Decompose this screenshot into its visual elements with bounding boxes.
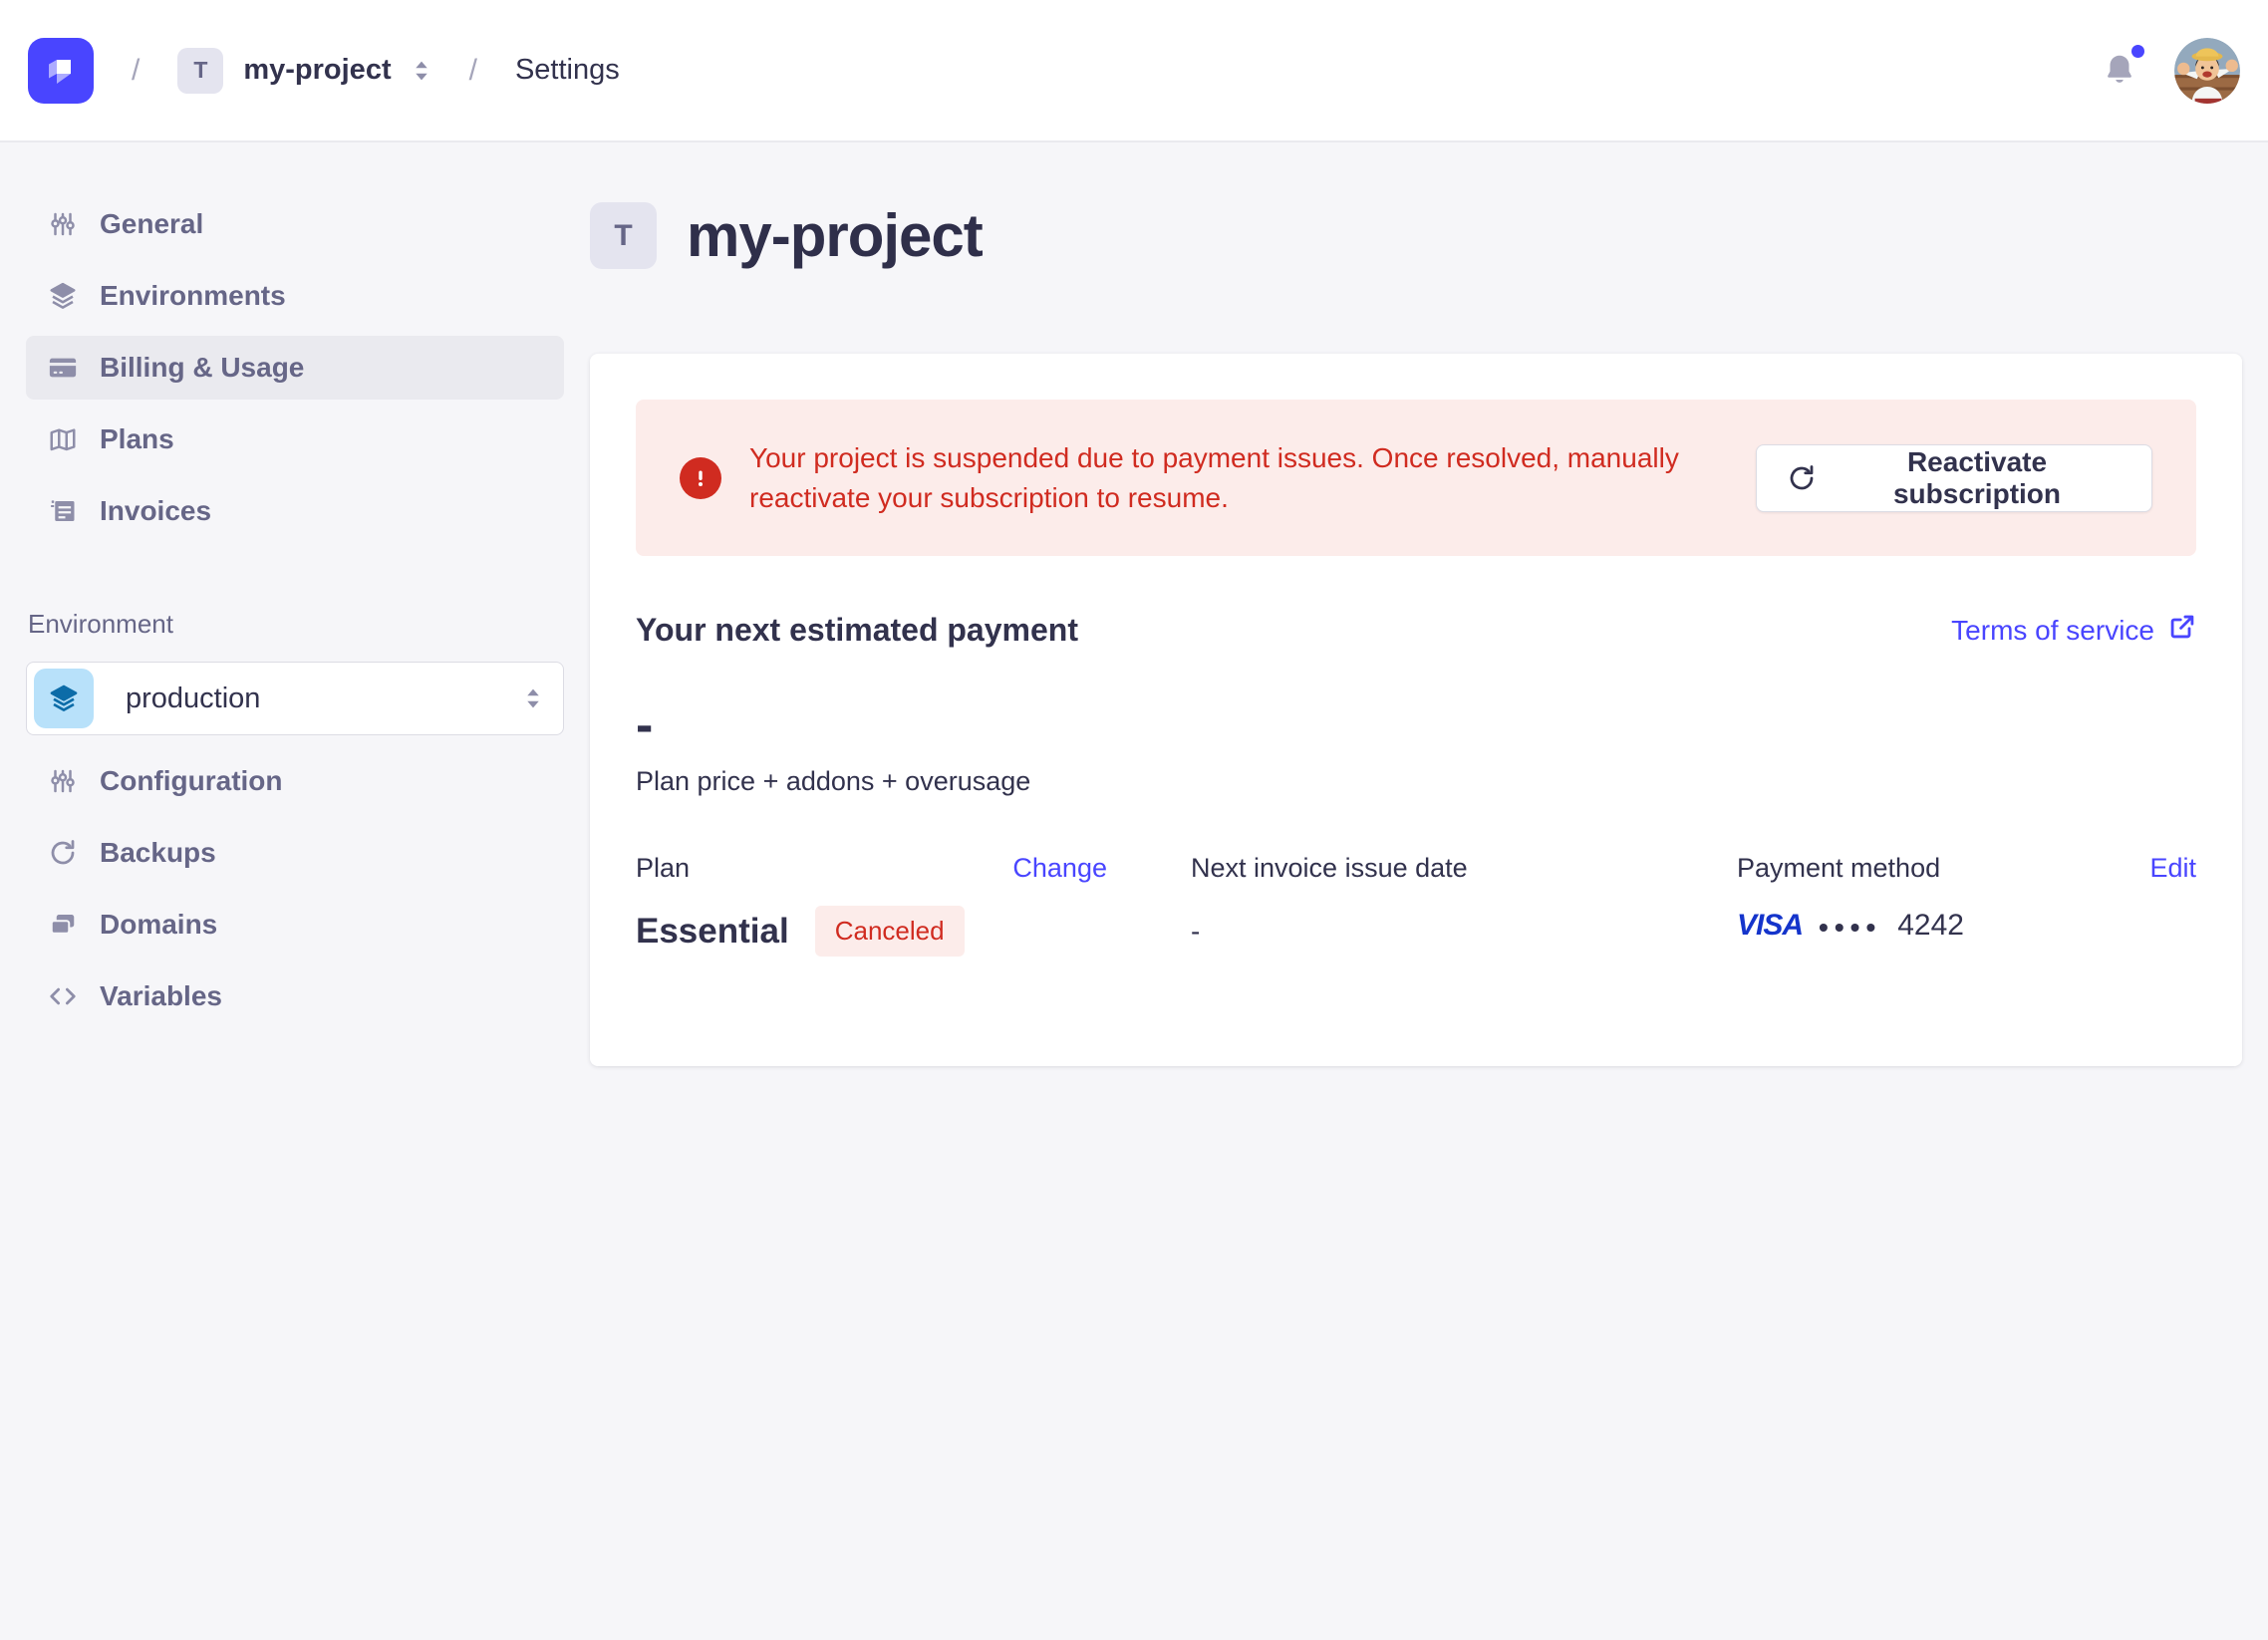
sidebar-item-label: Billing & Usage: [100, 352, 304, 384]
layers-icon: [48, 281, 78, 311]
sidebar-item-general[interactable]: General: [26, 192, 564, 256]
card-number-dots: ••••: [1819, 908, 1881, 944]
sidebar-item-label: General: [100, 208, 203, 240]
invoice-column: Next invoice issue date -: [1191, 853, 1737, 957]
terms-of-service-label: Terms of service: [1951, 615, 2154, 647]
visa-logo: VISA: [1737, 909, 1803, 943]
bell-icon: [2101, 76, 2138, 93]
project-initial-badge: T: [177, 48, 223, 94]
payment-method-column: Payment method Edit VISA •••• 4242: [1737, 853, 2196, 957]
refresh-icon: [1787, 463, 1817, 493]
sidebar-item-domains[interactable]: Domains: [26, 893, 564, 957]
breadcrumb-project-name: my-project: [243, 54, 391, 87]
notification-dot: [2131, 45, 2144, 58]
receipt-icon: [48, 496, 78, 526]
sliders-icon: [48, 209, 78, 239]
suspension-alert: Your project is suspended due to payment…: [636, 400, 2196, 556]
sidebar-item-environments[interactable]: Environments: [26, 264, 564, 328]
exclamation-circle-icon: [680, 457, 721, 499]
terms-of-service-link[interactable]: Terms of service: [1951, 613, 2196, 648]
sidebar-item-label: Plans: [100, 423, 174, 455]
project-initial-badge: T: [590, 202, 657, 269]
sidebar-item-billing-usage[interactable]: Billing & Usage: [26, 336, 564, 400]
breadcrumb-section[interactable]: Settings: [515, 54, 620, 87]
external-link-icon: [2168, 613, 2196, 648]
invoice-date-value: -: [1191, 916, 1737, 948]
change-plan-link[interactable]: Change: [1012, 853, 1107, 884]
sidebar-item-label: Invoices: [100, 495, 211, 527]
plan-column: Plan Change Essential Canceled: [636, 853, 1191, 957]
refresh-icon: [48, 838, 78, 868]
environment-select-value: production: [126, 683, 260, 715]
sidebar-item-backups[interactable]: Backups: [26, 821, 564, 885]
sliders-icon: [48, 766, 78, 796]
breadcrumb-separator: /: [469, 54, 477, 88]
map-icon: [48, 424, 78, 454]
app-logo-icon[interactable]: [28, 38, 94, 104]
reactivate-subscription-button[interactable]: Reactivate subscription: [1756, 444, 2152, 512]
sidebar-item-label: Configuration: [100, 765, 283, 797]
payment-method-label: Payment method: [1737, 853, 1940, 884]
invoice-date-label: Next invoice issue date: [1191, 853, 1468, 884]
environment-nav: Configuration Backups: [26, 749, 564, 1028]
billing-card: Your project is suspended due to payment…: [590, 354, 2242, 1066]
sidebar-item-invoices[interactable]: Invoices: [26, 479, 564, 543]
sidebar-item-label: Variables: [100, 980, 222, 1012]
plan-label: Plan: [636, 853, 690, 884]
breadcrumb-project-selector[interactable]: T my-project: [177, 48, 430, 94]
estimated-payment-heading: Your next estimated payment: [636, 612, 1078, 649]
project-title-row: T my-project: [590, 201, 2242, 270]
breadcrumb: / T my-project / Settings: [28, 38, 620, 104]
sidebar-item-label: Domains: [100, 909, 217, 941]
sidebar-item-label: Environments: [100, 280, 286, 312]
sort-arrows-icon: [523, 683, 543, 713]
breadcrumb-separator: /: [132, 54, 140, 88]
avatar[interactable]: [2174, 38, 2240, 104]
amount-formula: Plan price + addons + overusage: [636, 766, 2196, 797]
windows-icon: [48, 910, 78, 940]
sidebar-item-variables[interactable]: Variables: [26, 964, 564, 1028]
header-actions: [2101, 38, 2240, 104]
main-content: T my-project Your project is suspended d…: [564, 142, 2268, 1638]
sort-arrows-icon: [412, 56, 431, 86]
edit-payment-link[interactable]: Edit: [2149, 853, 2196, 884]
environment-section-label: Environment: [28, 609, 564, 640]
estimated-amount-value: -: [636, 700, 2196, 750]
page-title: my-project: [687, 201, 983, 270]
sidebar-item-label: Backups: [100, 837, 216, 869]
credit-card-icon: [48, 353, 78, 383]
layers-icon: [34, 669, 94, 728]
card-last4: 4242: [1897, 909, 1964, 943]
plan-status-badge: Canceled: [815, 906, 965, 957]
sidebar-item-configuration[interactable]: Configuration: [26, 749, 564, 813]
billing-details-row: Plan Change Essential Canceled Next invo…: [636, 853, 2196, 957]
reactivate-subscription-label: Reactivate subscription: [1833, 446, 2122, 510]
plan-name: Essential: [636, 912, 789, 952]
alert-message: Your project is suspended due to payment…: [749, 438, 1756, 518]
sidebar-item-plans[interactable]: Plans: [26, 408, 564, 471]
code-icon: [48, 981, 78, 1011]
notifications-button[interactable]: [2101, 51, 2140, 91]
environment-select[interactable]: production: [26, 662, 564, 735]
sidebar: General Environments Bill: [0, 142, 564, 1638]
top-bar: / T my-project / Settings: [0, 0, 2268, 142]
